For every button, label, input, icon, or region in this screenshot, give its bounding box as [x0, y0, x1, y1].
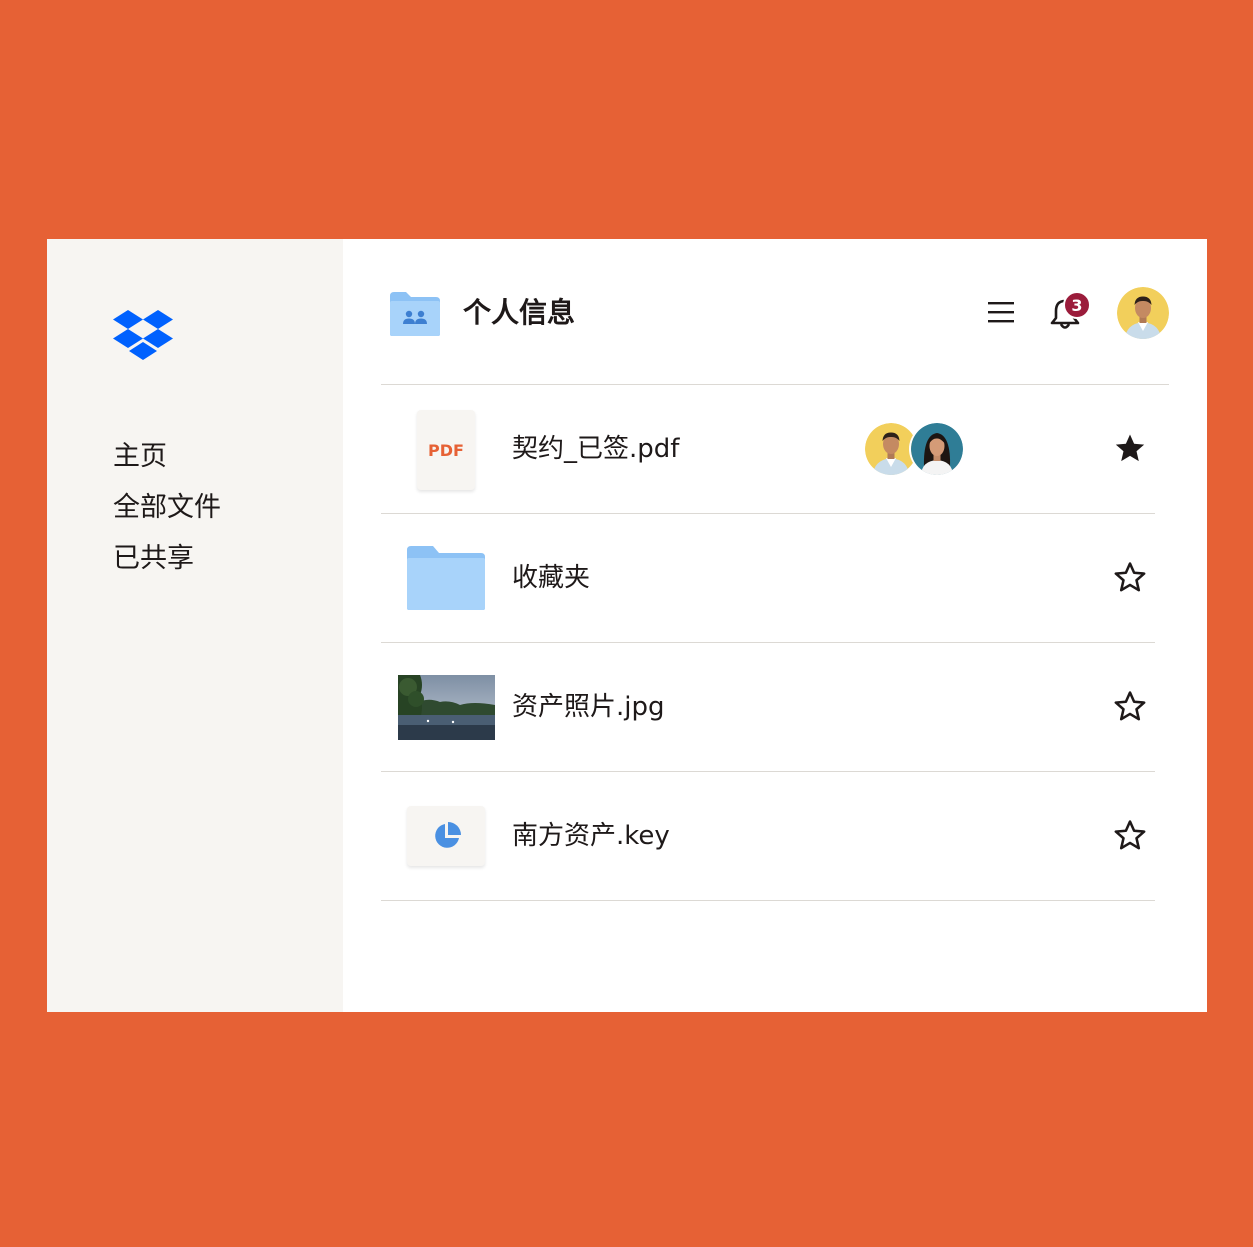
man-avatar[interactable] — [865, 423, 917, 475]
shared-with-avatars — [865, 423, 965, 477]
woman-avatar-icon — [911, 423, 963, 475]
header: 个人信息 3 — [343, 239, 1207, 385]
sidebar-nav: 主页 全部文件 已共享 — [113, 439, 221, 592]
sidebar-item-shared[interactable]: 已共享 — [113, 541, 221, 592]
sidebar-item-home[interactable]: 主页 — [113, 439, 221, 490]
star-outline-icon[interactable] — [1113, 560, 1147, 594]
star-outline-icon[interactable] — [1113, 818, 1147, 852]
sidebar-item-all-files[interactable]: 全部文件 — [113, 490, 221, 541]
keynote-file-card — [407, 806, 485, 866]
pie-chart-icon — [435, 822, 461, 848]
pdf-label: PDF — [428, 440, 464, 460]
star-outline-icon[interactable] — [1113, 689, 1147, 723]
user-avatar[interactable] — [1117, 287, 1169, 339]
file-name[interactable]: 南方资产.key — [512, 816, 670, 856]
file-list: PDF 契约_已签.pdf 收藏夹 资产照片.jpg 南方资产.key — [381, 385, 1155, 901]
file-row[interactable]: PDF 契约_已签.pdf — [381, 385, 1155, 514]
star-filled-icon[interactable] — [1113, 431, 1147, 465]
file-row[interactable]: 收藏夹 — [381, 514, 1155, 643]
page-title: 个人信息 — [463, 296, 576, 329]
woman-avatar[interactable] — [911, 423, 963, 475]
file-row[interactable]: 南方资产.key — [381, 772, 1155, 901]
image-thumbnail — [398, 675, 495, 740]
file-name[interactable]: 收藏夹 — [512, 558, 590, 598]
man-avatar-icon — [865, 423, 917, 475]
file-name[interactable]: 契约_已签.pdf — [512, 429, 679, 469]
file-name[interactable]: 资产照片.jpg — [512, 687, 665, 727]
sidebar: 主页 全部文件 已共享 — [47, 239, 343, 1012]
folder-icon — [407, 546, 485, 610]
main-panel: 个人信息 3 PDF 契约_已签.pdf 收藏夹 资产照片.jpg 南方资产.k… — [343, 239, 1207, 1012]
notification-badge: 3 — [1063, 291, 1091, 319]
pdf-file-icon: PDF — [417, 410, 475, 490]
app-window: 主页 全部文件 已共享 个人信息 3 PDF 契约_已签.pdf 收藏夹 资产照… — [47, 239, 1207, 1012]
dropbox-logo-icon[interactable] — [113, 309, 173, 363]
man-avatar-icon — [1117, 287, 1169, 339]
shared-folder-icon — [390, 292, 440, 336]
hamburger-menu-icon[interactable] — [987, 297, 1017, 327]
file-row[interactable]: 资产照片.jpg — [381, 643, 1155, 772]
